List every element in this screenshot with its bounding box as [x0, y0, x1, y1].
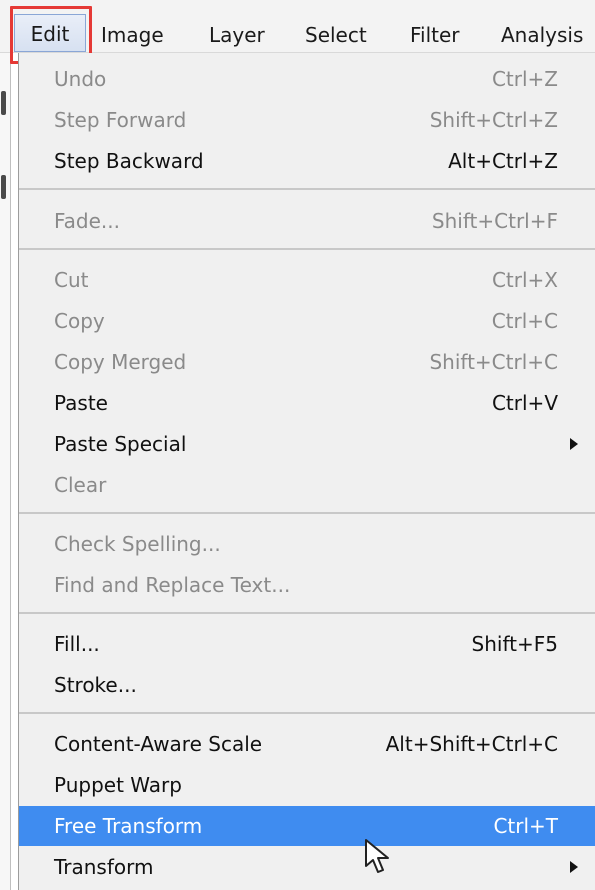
menu-item-puppet-warp[interactable]: Puppet Warp — [19, 765, 595, 805]
menu-item-label: Paste — [54, 391, 108, 415]
menu-item-undo[interactable]: Undo Ctrl+Z — [19, 59, 595, 99]
menu-item-label: Puppet Warp — [54, 773, 182, 797]
menu-image[interactable]: Image — [101, 18, 164, 52]
menu-separator — [19, 248, 595, 250]
menu-item-label: Paste Special — [54, 432, 187, 456]
menu-item-content-aware-scale[interactable]: Content-Aware Scale Alt+Shift+Ctrl+C — [19, 724, 595, 764]
left-window-edge — [0, 53, 11, 890]
menu-item-label: Fade... — [54, 209, 120, 233]
menu-separator — [19, 188, 595, 190]
menu-item-label: Content-Aware Scale — [54, 732, 263, 756]
menu-item-stroke[interactable]: Stroke... — [19, 665, 595, 705]
menu-item-label: Copy — [54, 309, 105, 333]
menu-item-shortcut: Ctrl+T — [493, 814, 558, 838]
menu-item-label: Clear — [54, 473, 107, 497]
menu-item-step-backward[interactable]: Step Backward Alt+Ctrl+Z — [19, 141, 595, 181]
menu-item-transform[interactable]: Transform — [19, 847, 595, 887]
menu-edit[interactable]: Edit — [14, 14, 86, 52]
menu-item-copy[interactable]: Copy Ctrl+C — [19, 301, 595, 341]
menu-item-check-spelling[interactable]: Check Spelling... — [19, 524, 595, 564]
menu-item-shortcut: Shift+Ctrl+F — [431, 209, 558, 233]
menu-item-shortcut: Ctrl+V — [491, 391, 558, 415]
menu-layer[interactable]: Layer — [209, 18, 265, 52]
menu-item-shortcut: Ctrl+X — [491, 268, 558, 292]
menu-item-shortcut: Alt+Ctrl+Z — [448, 149, 558, 173]
menu-item-copy-merged[interactable]: Copy Merged Shift+Ctrl+C — [19, 342, 595, 382]
chevron-right-icon — [570, 861, 578, 873]
menu-item-label: Check Spelling... — [54, 532, 221, 556]
menu-item-label: Find and Replace Text... — [54, 573, 291, 597]
menu-item-find-and-replace-text[interactable]: Find and Replace Text... — [19, 565, 595, 605]
menu-item-fade[interactable]: Fade... Shift+Ctrl+F — [19, 201, 595, 241]
menu-item-label: Step Backward — [54, 149, 204, 173]
edge-mark — [1, 91, 6, 115]
menu-filter[interactable]: Filter — [410, 18, 460, 52]
menu-item-paste-special[interactable]: Paste Special — [19, 424, 595, 464]
menu-separator — [19, 612, 595, 614]
menu-item-free-transform[interactable]: Free Transform Ctrl+T — [19, 806, 595, 846]
edge-mark — [1, 175, 6, 199]
menu-item-fill[interactable]: Fill... Shift+F5 — [19, 624, 595, 664]
menu-item-label: Cut — [54, 268, 89, 292]
menu-item-label: Free Transform — [54, 814, 203, 838]
menu-bar: Edit Image Layer Select Filter Analysis — [0, 0, 595, 53]
menu-analysis[interactable]: Analysis — [501, 18, 583, 52]
chevron-right-icon — [570, 438, 578, 450]
menu-item-shortcut: Shift+F5 — [471, 632, 558, 656]
menu-item-label: Copy Merged — [54, 350, 187, 374]
menu-item-shortcut: Shift+Ctrl+C — [429, 350, 558, 374]
menu-separator — [19, 712, 595, 714]
edit-dropdown-menu: Undo Ctrl+Z Step Forward Shift+Ctrl+Z St… — [18, 53, 595, 890]
menu-select[interactable]: Select — [305, 18, 367, 52]
menu-item-label: Transform — [54, 855, 154, 879]
menu-item-label: Stroke... — [54, 673, 137, 697]
menu-item-label: Fill... — [54, 632, 100, 656]
menu-item-shortcut: Alt+Shift+Ctrl+C — [385, 732, 558, 756]
menu-item-clear[interactable]: Clear — [19, 465, 595, 505]
menu-item-shortcut: Ctrl+C — [491, 309, 558, 333]
menu-item-shortcut: Ctrl+Z — [491, 67, 558, 91]
menu-item-label: Step Forward — [54, 108, 187, 132]
menu-separator — [19, 512, 595, 514]
menu-item-label: Undo — [54, 67, 107, 91]
menu-item-step-forward[interactable]: Step Forward Shift+Ctrl+Z — [19, 100, 595, 140]
menu-item-shortcut: Shift+Ctrl+Z — [429, 108, 558, 132]
menu-item-paste[interactable]: Paste Ctrl+V — [19, 383, 595, 423]
menu-item-cut[interactable]: Cut Ctrl+X — [19, 260, 595, 300]
